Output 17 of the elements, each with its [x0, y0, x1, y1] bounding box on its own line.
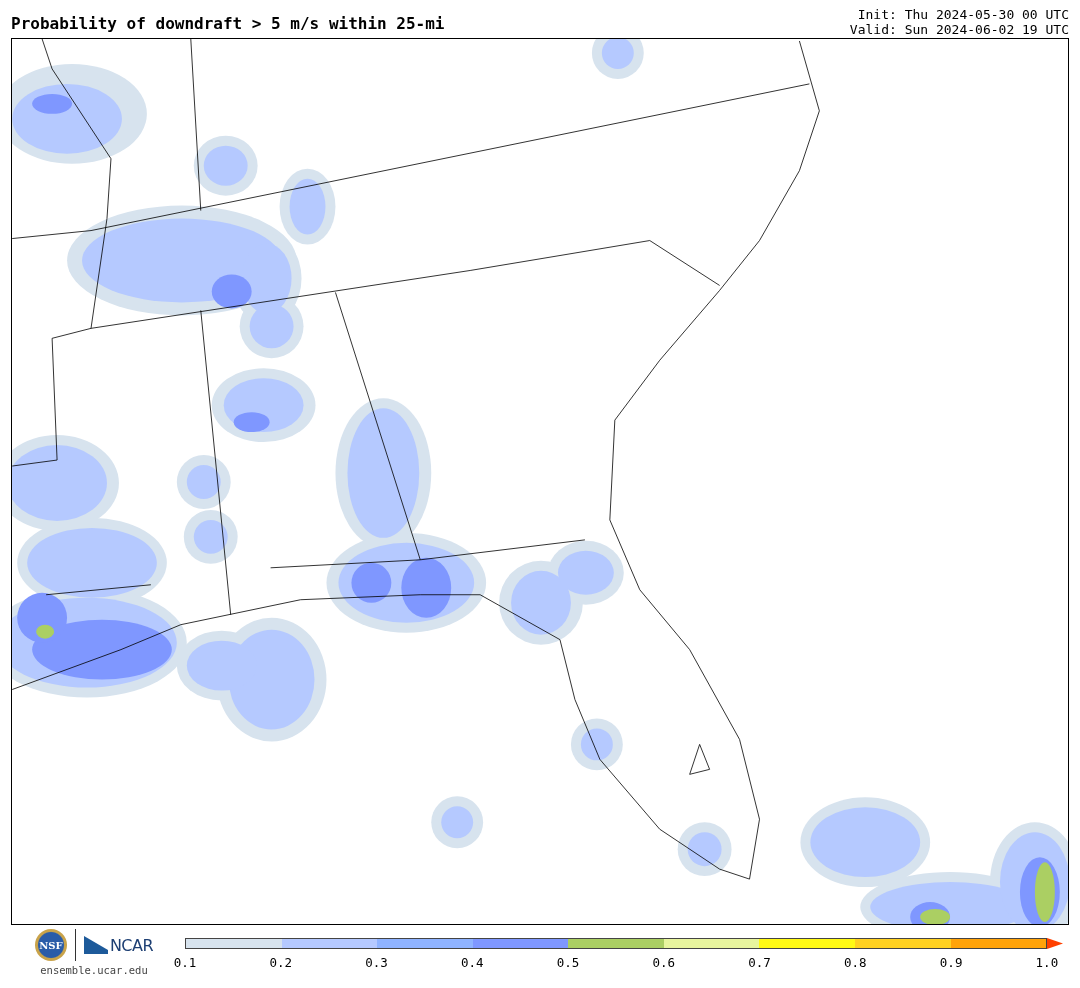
- nsf-logo: NSF: [34, 929, 67, 961]
- colorbar-tick-label: 0.8: [843, 955, 868, 970]
- init-time: Init: Thu 2024-05-30 00 UTC: [856, 7, 1069, 22]
- colorbar-tick-label: 0.1: [172, 955, 198, 970]
- valid-time: Valid: Sun 2024-06-02 19 UTC: [849, 22, 1069, 37]
- colorbar-tick-label: 0.3: [364, 955, 389, 970]
- colorbar-tick-label: 0.2: [268, 955, 294, 970]
- chart-title: Probability of downdraft > 5 m/s within 25-mi: [11, 14, 445, 35]
- colorbar-tick-label: 0.9: [938, 955, 964, 970]
- colorbar-tick-label: 0.4: [460, 955, 485, 970]
- site-url: ensemble.ucar.edu: [40, 964, 148, 976]
- ncar-logo: NCAR: [109, 935, 154, 955]
- colorbar-tick-label: 1.0: [1034, 955, 1060, 970]
- colorbar-tick-label: 0.6: [651, 955, 677, 970]
- ncar-logo-icon: [83, 936, 108, 954]
- colorbar-tick-label: 0.7: [747, 955, 772, 970]
- colorbar-tick-label: 0.5: [555, 955, 581, 970]
